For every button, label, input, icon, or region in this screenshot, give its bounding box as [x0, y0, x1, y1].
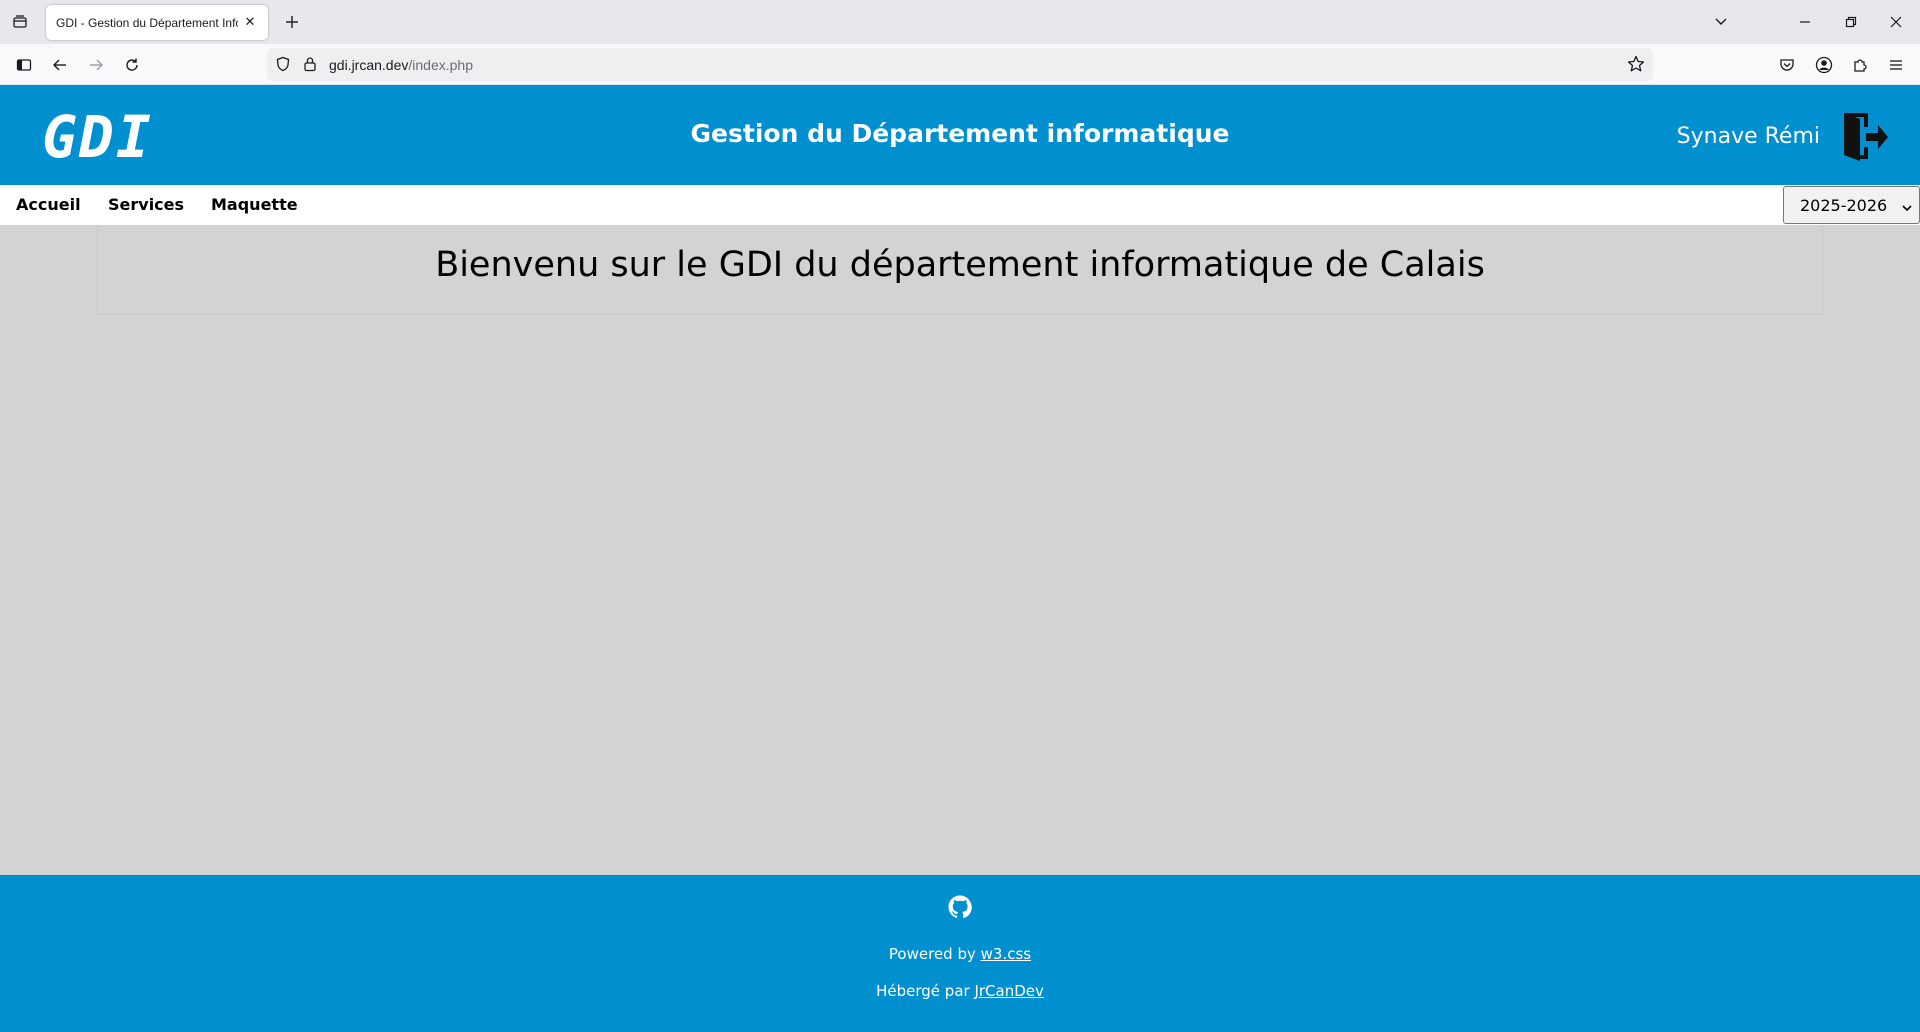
- welcome-heading: Bienvenu sur le GDI du département infor…: [435, 245, 1485, 285]
- page-title: Gestion du Département informatique: [690, 119, 1230, 148]
- puzzle-icon[interactable]: [1847, 52, 1873, 78]
- jrcandev-link[interactable]: JrCanDev: [974, 982, 1043, 1000]
- plus-icon[interactable]: [280, 10, 304, 34]
- page-content: GDI Gestion du Département informatique …: [0, 85, 1920, 1032]
- hamburger-menu-icon[interactable]: [1883, 52, 1909, 78]
- url-domain: gdi.jrcan.dev: [329, 57, 409, 73]
- browser-tab-active[interactable]: GDI - Gestion du Département Informatiqu…: [46, 5, 268, 40]
- url-path: /index.php: [408, 57, 473, 73]
- account-icon[interactable]: [1811, 52, 1837, 78]
- star-icon[interactable]: [1627, 55, 1645, 77]
- forward-arrow-icon[interactable]: [83, 52, 109, 78]
- user-name: Synave Rémi: [1676, 124, 1820, 149]
- welcome-panel: Bienvenu sur le GDI du département infor…: [97, 225, 1823, 315]
- restore-icon[interactable]: [1836, 8, 1866, 36]
- lock-icon[interactable]: [303, 56, 317, 76]
- tracking-shield-icon[interactable]: [275, 56, 291, 76]
- site-footer: Powered by w3.css Hébergé par JrCanDev: [0, 875, 1920, 1032]
- pocket-icon[interactable]: [1774, 52, 1800, 78]
- reload-icon[interactable]: [119, 52, 145, 78]
- sidebar-icon[interactable]: [11, 52, 37, 78]
- url-bar[interactable]: gdi.jrcan.dev/index.php: [267, 48, 1653, 81]
- back-arrow-icon[interactable]: [47, 52, 73, 78]
- menu-item-services[interactable]: Services: [108, 185, 184, 225]
- browser-nav-bar: gdi.jrcan.dev/index.php: [0, 44, 1920, 85]
- powered-by-text: Powered by: [888, 945, 981, 963]
- github-icon[interactable]: [948, 895, 972, 919]
- tab-list-icon[interactable]: [8, 10, 32, 34]
- url-text[interactable]: gdi.jrcan.dev/index.php: [329, 57, 473, 73]
- chevron-down-icon: [1901, 199, 1913, 218]
- year-select-value: 2025-2026: [1800, 195, 1888, 215]
- w3css-link[interactable]: w3.css: [981, 945, 1031, 963]
- close-window-icon[interactable]: [1881, 8, 1911, 36]
- list-all-tabs-chevron-icon[interactable]: [1706, 8, 1736, 36]
- hosted-by-line: Hébergé par JrCanDev: [0, 982, 1920, 1000]
- main-menu: Accueil Services Maquette 2025-2026: [0, 185, 1920, 225]
- menu-item-accueil[interactable]: Accueil: [16, 185, 81, 225]
- browser-tab-bar: GDI - Gestion du Département Informatiqu…: [0, 0, 1920, 44]
- menu-item-maquette[interactable]: Maquette: [211, 185, 298, 225]
- hosted-by-text: Hébergé par: [876, 982, 975, 1000]
- logout-door-icon[interactable]: [1840, 111, 1890, 163]
- year-select[interactable]: 2025-2026: [1783, 186, 1920, 224]
- tab-title: GDI - Gestion du Département Informatiqu…: [56, 15, 238, 30]
- minimize-icon[interactable]: [1790, 8, 1820, 36]
- powered-by-line: Powered by w3.css: [0, 945, 1920, 963]
- site-header: GDI Gestion du Département informatique …: [0, 85, 1920, 185]
- close-tab-icon[interactable]: ✕: [242, 15, 258, 30]
